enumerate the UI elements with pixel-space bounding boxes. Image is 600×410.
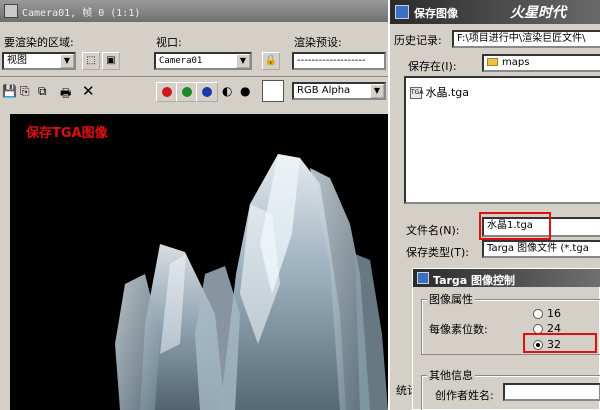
red-channel-button[interactable] — [156, 82, 178, 102]
blue-channel-button[interactable] — [196, 82, 218, 102]
chevron-down-icon[interactable]: ▼ — [236, 54, 250, 68]
preset-label: 渲染预设: — [294, 36, 342, 49]
mono-icon[interactable]: ● — [240, 84, 250, 98]
viewport-value: Camera01 — [159, 56, 203, 66]
viewport-select[interactable]: Camera01 ▼ — [154, 52, 252, 70]
area-select[interactable]: 视图 ▼ — [2, 52, 76, 70]
background-color-swatch[interactable] — [262, 80, 284, 102]
save-dialog-titlebar[interactable]: 保存图像 火星时代 — [390, 0, 600, 24]
toolbar-divider — [0, 76, 388, 77]
preset-select[interactable]: ------------------- — [292, 52, 386, 70]
crystal-render-image — [115, 154, 388, 410]
targa-image-control-dialog: Targa 图像控制 图像属性 每像素位数: 16 24 32 其他信息 创作者… — [412, 268, 600, 410]
chevron-down-icon[interactable]: ▼ — [60, 54, 74, 68]
save-in-select[interactable]: maps — [482, 54, 600, 72]
filetype-value: Targa 图像文件 (*.tga — [487, 243, 589, 254]
clear-icon[interactable]: ✕ — [82, 82, 95, 100]
edit-region-icon[interactable]: ⬚ — [82, 52, 100, 70]
author-label: 创作者姓名: — [435, 389, 494, 402]
green-channel-icon — [182, 87, 192, 97]
targa-titlebar[interactable]: Targa 图像控制 — [413, 269, 600, 287]
image-properties-label: 图像属性 — [427, 291, 475, 307]
file-list[interactable]: TGA 水晶.tga — [404, 76, 600, 204]
red-channel-icon — [162, 87, 172, 97]
copy-icon[interactable]: ⎘ — [20, 84, 30, 99]
bits-16-label: 16 — [547, 307, 561, 320]
rendered-frame-window: Camera01, 帧 0 (1:1) 要渲染的区域: 视图 ▼ ⬚ ▣ 视口:… — [0, 0, 388, 410]
frame-title: Camera01, 帧 0 (1:1) — [22, 8, 141, 19]
save-in-label: 保存在(I): — [408, 60, 457, 73]
file-name: 水晶.tga — [425, 86, 470, 99]
green-channel-button[interactable] — [176, 82, 198, 102]
filetype-label: 保存类型(T): — [406, 246, 470, 259]
print-icon[interactable]: 🖶 — [60, 84, 71, 105]
filename-label: 文件名(N): — [406, 224, 460, 237]
preset-value: ------------------- — [297, 55, 366, 66]
history-select[interactable]: F:\项目进行中\渲染巨匠文件\ — [452, 30, 600, 48]
max-app-icon — [4, 4, 18, 18]
filename-highlight — [479, 212, 551, 240]
alpha-channel-icon[interactable]: ◐ — [222, 84, 232, 98]
channel-value: RGB Alpha — [297, 85, 351, 96]
viewport-label: 视口: — [156, 36, 182, 49]
history-value: F:\项目进行中\渲染巨匠文件\ — [457, 33, 586, 44]
chevron-down-icon[interactable]: ▼ — [370, 84, 384, 98]
bits-16-radio[interactable] — [533, 309, 543, 319]
site-watermark-logo: 火星时代 — [510, 5, 566, 21]
frame-titlebar[interactable]: Camera01, 帧 0 (1:1) — [0, 0, 388, 22]
channel-select[interactable]: RGB Alpha ▼ — [292, 82, 386, 100]
save-icon[interactable]: 💾 — [2, 84, 17, 98]
dialog-app-icon — [395, 5, 409, 19]
lock-icon[interactable]: 🔒 — [262, 52, 280, 70]
area-label: 要渲染的区域: — [4, 36, 74, 49]
folder-icon — [487, 58, 498, 66]
blue-channel-icon — [202, 87, 212, 97]
bits-per-pixel-label: 每像素位数: — [429, 323, 488, 336]
other-info-label: 其他信息 — [427, 367, 475, 383]
clone-icon[interactable]: ⧉ — [38, 84, 47, 99]
overlay-caption: 保存TGA图像 — [26, 126, 108, 141]
dialog-app-icon — [417, 272, 429, 284]
area-value: 视图 — [7, 55, 27, 66]
history-label: 历史记录: — [394, 34, 442, 47]
list-item[interactable]: TGA 水晶.tga — [410, 84, 469, 100]
auto-region-icon[interactable]: ▣ — [102, 52, 120, 70]
save-in-value: maps — [502, 57, 530, 68]
save-dialog-title: 保存图像 — [414, 7, 458, 20]
filetype-select[interactable]: Targa 图像文件 (*.tga — [482, 240, 600, 258]
tga-file-icon: TGA — [410, 87, 423, 99]
bits-32-highlight — [523, 333, 597, 353]
author-input[interactable] — [503, 383, 600, 401]
targa-title: Targa 图像控制 — [433, 274, 516, 287]
render-viewport: 保存TGA图像 — [10, 114, 388, 410]
